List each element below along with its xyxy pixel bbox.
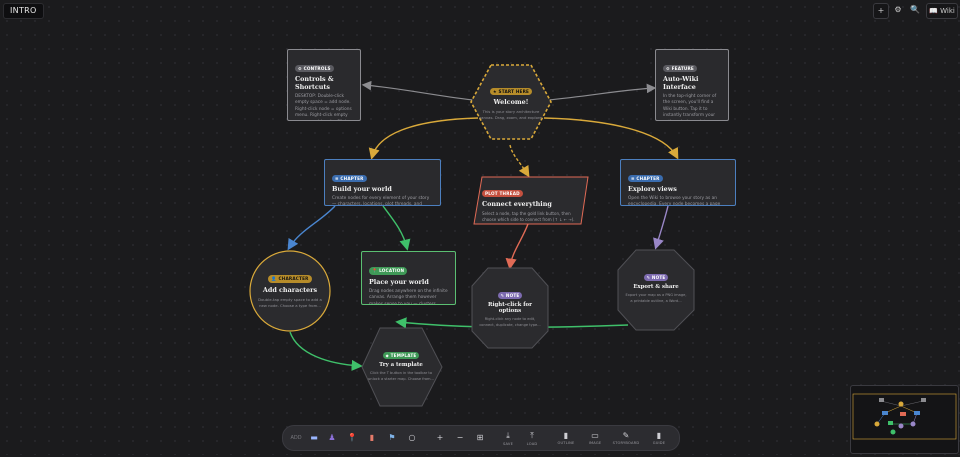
node-text: Open the Wiki to browse your story as an… <box>628 196 721 206</box>
outline-button[interactable]: ▮ OUTLINE <box>555 426 577 450</box>
storyboard-button[interactable]: ✎ STORYBOARD <box>611 426 641 450</box>
node-badge: ✎ NOTE <box>643 274 669 282</box>
minimap-preview <box>852 393 957 440</box>
add-flag-icon[interactable]: ⚑ <box>385 426 399 450</box>
node-title: Build your world <box>332 185 392 193</box>
node-title: Place your world <box>369 278 429 286</box>
edge-welcome-connect <box>509 144 530 178</box>
node-text: Click the T button in the toolbar to unl… <box>368 371 434 381</box>
node-text: DESKTOP: Double-click empty space = add … <box>295 94 352 120</box>
node-build-world[interactable]: ≡ CHAPTER Build your world Create nodes … <box>324 159 441 206</box>
plus-icon[interactable]: + <box>873 3 889 19</box>
node-title: Controls & Shortcuts <box>295 75 334 91</box>
node-text: Export your map as a PNG image, a printa… <box>625 293 687 303</box>
node-badge: 👤 CHARACTER <box>268 275 312 284</box>
node-export[interactable]: ✎ NOTE Export & share Export your map as… <box>624 272 688 306</box>
node-text: Double-tap empty space to add a new node… <box>258 297 322 308</box>
fit-view-icon[interactable]: ⊞ <box>473 426 487 450</box>
node-badge: PLOT THREAD <box>482 190 523 197</box>
node-text: Select a node, tap the gold link button,… <box>482 211 575 222</box>
edge-build-characters <box>287 205 336 251</box>
add-circle-icon[interactable]: ○ <box>405 426 419 450</box>
node-place-world[interactable]: 📍 LOCATION Place your world Drag nodes a… <box>361 251 456 305</box>
connection-layer <box>249 64 695 407</box>
zoom-out-icon[interactable]: − <box>453 426 467 450</box>
node-badge: ≡ CHAPTER <box>628 175 663 182</box>
load-button[interactable]: ⤒ LOAD <box>523 426 541 450</box>
edge-explore-export <box>653 205 669 250</box>
node-controls[interactable]: ⚙ CONTROLS Controls & Shortcuts DESKTOP:… <box>287 49 361 121</box>
edge-welcome-autowiki <box>547 83 657 101</box>
node-welcome[interactable]: ★ START HERE Welcome! This is your story… <box>478 80 544 128</box>
edge-connect-rightclick <box>505 223 529 270</box>
edge-welcome-controls <box>361 80 474 101</box>
node-title: Add characters <box>262 286 318 295</box>
image-button[interactable]: ▭ IMAGE <box>585 426 605 450</box>
node-title: Try a template <box>379 362 423 369</box>
node-connect[interactable]: PLOT THREAD Connect everything Select a … <box>482 180 582 222</box>
node-right-click[interactable]: ✎ NOTE Right-click for options Right-cli… <box>478 290 542 330</box>
zoom-in-icon[interactable]: + <box>433 426 447 450</box>
minimap[interactable] <box>850 385 959 454</box>
node-text: Right-click any node to edit, connect, d… <box>479 317 541 327</box>
node-characters[interactable]: 👤 CHARACTER Add characters Double-tap em… <box>256 272 324 312</box>
bottom-toolbar: ADD ▬ ♟ 📍 ▮ ⚑ ○ + − ⊞ ⤓ SAVE ⤒ LOAD ▮ OUTLI… <box>282 425 680 451</box>
node-badge: ⚙ FEATURE <box>663 65 697 72</box>
top-bar: INTRO + ⚙ 🔍 📖 Wiki <box>0 0 960 20</box>
node-text: This is your story architecture canvas. … <box>479 108 543 120</box>
add-note-icon[interactable]: ▮ <box>365 426 379 450</box>
node-text: Create nodes for every element of your s… <box>332 196 430 206</box>
add-chapter-icon[interactable]: ▬ <box>307 426 321 450</box>
add-location-icon[interactable]: 📍 <box>345 426 359 450</box>
guide-button[interactable]: ▮ GUIDE <box>649 426 669 450</box>
node-badge: 📍 LOCATION <box>369 267 408 275</box>
node-template[interactable]: ◆ TEMPLATE Try a template Click the T bu… <box>368 348 434 386</box>
search-icon[interactable]: 🔍 <box>908 3 922 17</box>
add-label: ADD <box>290 435 302 441</box>
document-tab[interactable]: INTRO <box>3 3 44 19</box>
node-title: Auto-Wiki Interface <box>663 75 699 91</box>
add-character-icon[interactable]: ♟ <box>325 426 339 450</box>
node-badge: ✎ NOTE <box>497 292 523 300</box>
node-title: Explore views <box>628 185 677 193</box>
node-text: Drag nodes anywhere on the infinite canv… <box>369 289 448 305</box>
node-title: Right-click for options <box>488 302 532 315</box>
node-badge: ⚙ CONTROLS <box>295 65 334 72</box>
node-badge: ≡ CHAPTER <box>332 175 367 182</box>
node-auto-wiki[interactable]: ⚙ FEATURE Auto-Wiki Interface In the top… <box>655 49 729 121</box>
node-badge: ◆ TEMPLATE <box>382 352 420 360</box>
edge-welcome-build <box>368 117 479 160</box>
node-text: In the top-right corner of the screen, y… <box>663 94 717 120</box>
node-title: Welcome! <box>493 97 529 106</box>
node-title: Export & share <box>633 284 679 291</box>
settings-icon[interactable]: ⚙ <box>891 3 905 17</box>
node-title: Connect everything <box>482 200 552 208</box>
node-explore[interactable]: ≡ CHAPTER Explore views Open the Wiki to… <box>620 159 736 206</box>
wiki-button[interactable]: 📖 Wiki <box>926 3 958 19</box>
save-button[interactable]: ⤓ SAVE <box>499 426 517 450</box>
edge-welcome-explore <box>543 117 679 160</box>
node-badge: ★ START HERE <box>489 87 533 95</box>
edge-characters-template <box>289 331 363 372</box>
edge-build-place <box>382 205 411 251</box>
